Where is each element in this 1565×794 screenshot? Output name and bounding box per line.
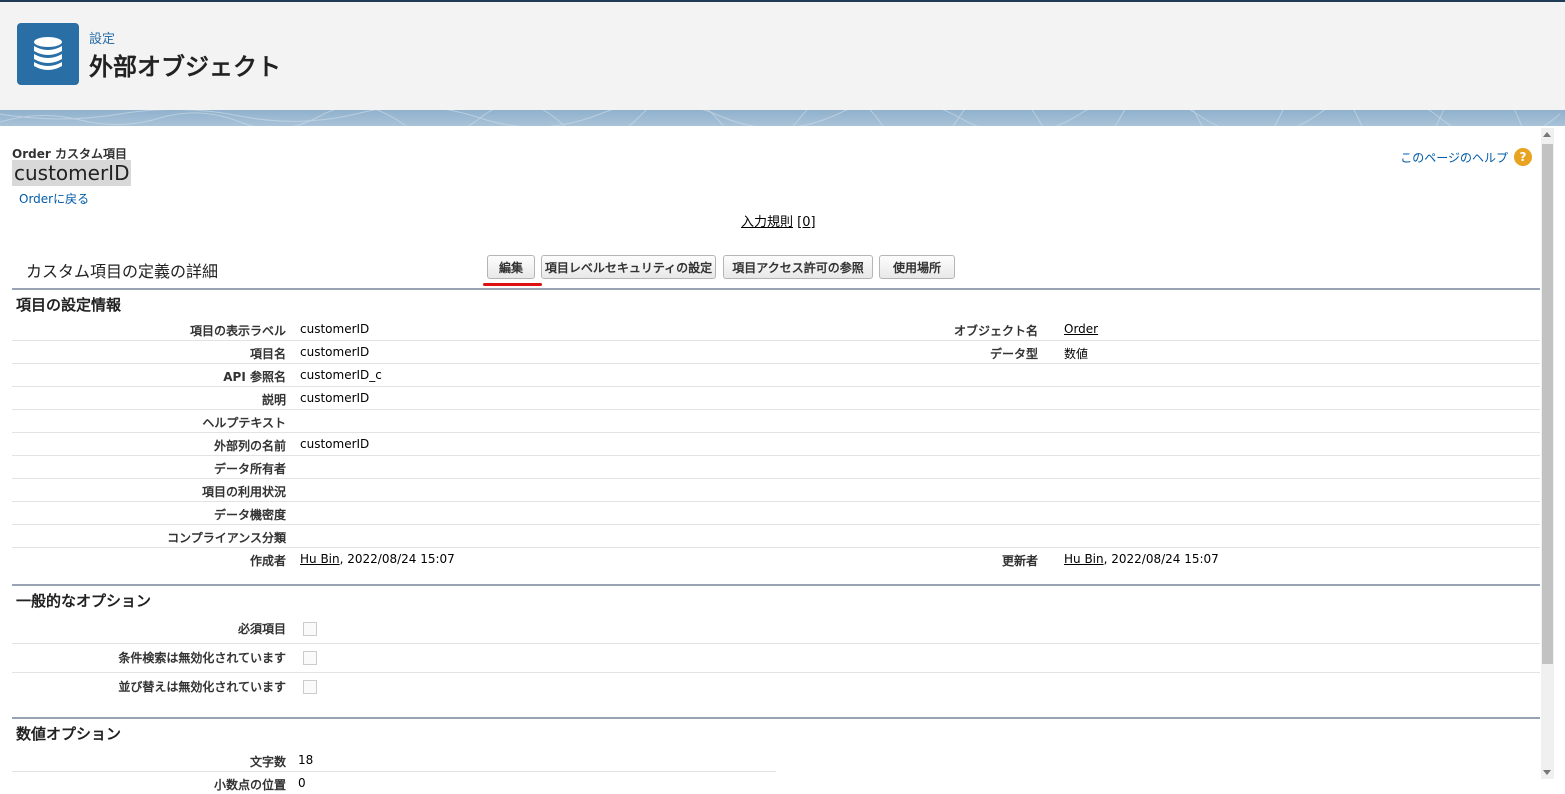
where-used-button[interactable]: 使用場所 [879, 255, 955, 279]
scrollbar-thumb[interactable] [1542, 144, 1553, 664]
modified-by-value: Hu Bin, 2022/08/24 15:07 [1064, 552, 1219, 566]
field-label: 文字数 [249, 755, 286, 769]
info-row: 説明 customerID [12, 386, 1540, 410]
section-title-info: 項目の設定情報 [16, 296, 122, 314]
field-value: 数値 [1064, 347, 1089, 361]
field-label: 必須項目 [237, 622, 286, 636]
required-checkbox [303, 622, 317, 636]
field-value: customerID [300, 345, 370, 359]
number-row: 小数点の位置 0 [12, 771, 776, 794]
page-header: 設定 外部オブジェクト [0, 2, 1565, 110]
field-value: customerID [300, 437, 370, 451]
field-label: 説明 [261, 393, 286, 407]
help-link-label[interactable]: このページのヘルプ [1400, 149, 1508, 166]
field-value: 0 [298, 776, 306, 790]
back-link[interactable]: Orderに戻る [19, 190, 89, 207]
field-label: 並び替えは無効化されています [118, 680, 286, 694]
field-label: コンプライアンス分類 [167, 531, 286, 545]
help-icon[interactable]: ? [1514, 148, 1532, 166]
field-label: データ機密度 [213, 508, 286, 522]
field-value: customerID_c [300, 368, 382, 382]
field-label: データ型 [989, 347, 1038, 361]
scroll-down-icon[interactable] [1543, 770, 1551, 775]
field-value: customerID [300, 322, 370, 336]
section-header-general: 一般的なオプション [12, 584, 1540, 614]
sort-disabled-checkbox [303, 680, 317, 694]
highlight-underline [483, 283, 542, 286]
section-header-info: 項目の設定情報 [12, 288, 1540, 318]
field-label: 作成者 [249, 554, 286, 568]
edit-button[interactable]: 編集 [487, 255, 535, 279]
info-row: ヘルプテキスト [12, 409, 1540, 433]
record-name: customerID [12, 160, 132, 186]
field-label: API 参照名 [223, 370, 286, 384]
field-label: 項目の表示ラベル [189, 324, 286, 338]
section-header-number: 数値オプション [12, 717, 1540, 747]
option-row: 条件検索は無効化されています [12, 644, 1540, 673]
object-name-link[interactable]: Order [1064, 322, 1098, 336]
info-row: データ所有者 [12, 455, 1540, 479]
info-row: API 参照名 customerID_c [12, 363, 1540, 387]
section-title-general: 一般的なオプション [16, 592, 152, 610]
validation-rules-link[interactable]: 入力規則 [0] [741, 211, 816, 230]
validation-rules-count[interactable]: [0] [797, 215, 815, 230]
field-label: 更新者 [1001, 554, 1038, 568]
field-label: オブジェクト名 [953, 324, 1038, 338]
field-value: customerID [300, 391, 370, 405]
info-row: 項目名 customerID データ型 数値 [12, 340, 1540, 364]
validation-rules-label[interactable]: 入力規則 [741, 215, 793, 230]
breadcrumb-setup[interactable]: 設定 [89, 28, 115, 47]
field-label: 項目の利用状況 [201, 485, 286, 499]
option-row: 並び替えは無効化されています [12, 673, 1540, 701]
created-date: , 2022/08/24 15:07 [339, 552, 455, 566]
field-level-security-button[interactable]: 項目レベルセキュリティの設定 [541, 255, 716, 279]
info-row: 作成者 Hu Bin, 2022/08/24 15:07 更新者 Hu Bin,… [12, 547, 1540, 570]
modified-date: , 2022/08/24 15:07 [1103, 552, 1219, 566]
modified-by-link[interactable]: Hu Bin [1064, 552, 1104, 566]
info-row: データ機密度 [12, 501, 1540, 525]
field-label: ヘルプテキスト [202, 416, 286, 430]
decorative-band [0, 110, 1565, 126]
database-icon [17, 23, 79, 85]
field-value: 18 [298, 753, 314, 767]
filter-disabled-checkbox [303, 651, 317, 665]
created-by-value: Hu Bin, 2022/08/24 15:07 [300, 552, 455, 566]
info-row: 項目の表示ラベル customerID オブジェクト名 Order [12, 317, 1540, 341]
number-row: 文字数 18 [12, 748, 776, 772]
section-title-number: 数値オプション [16, 725, 122, 743]
option-row: 必須項目 [12, 615, 1540, 644]
page-title: 外部オブジェクト [89, 53, 281, 81]
info-row: 外部列の名前 customerID [12, 432, 1540, 456]
created-by-link[interactable]: Hu Bin [300, 552, 340, 566]
detail-section-title: カスタム項目の定義の詳細 [26, 262, 219, 281]
field-label: データ所有者 [213, 462, 286, 476]
scroll-up-icon[interactable] [1543, 132, 1551, 137]
view-field-access-button[interactable]: 項目アクセス許可の参照 [723, 255, 873, 279]
info-row: 項目の利用状況 [12, 478, 1540, 502]
help-link[interactable]: このページのヘルプ ? [1400, 148, 1532, 166]
field-label: 外部列の名前 [213, 439, 286, 453]
field-label: 条件検索は無効化されています [118, 651, 286, 665]
field-label: 項目名 [249, 347, 286, 361]
info-row: コンプライアンス分類 [12, 524, 1540, 548]
vertical-scrollbar[interactable] [1541, 128, 1554, 779]
